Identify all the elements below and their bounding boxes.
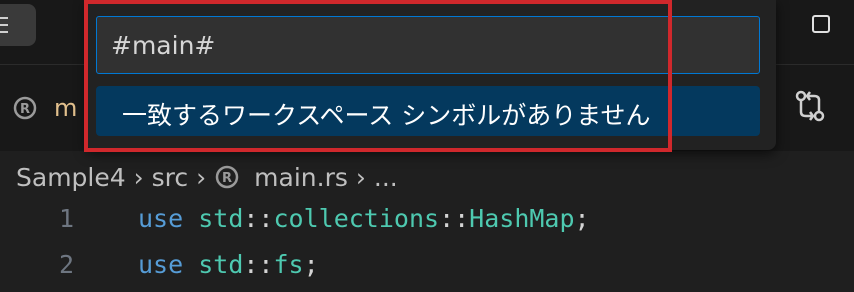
- chevron-right-icon: ›: [133, 162, 144, 192]
- breadcrumb-item-folder[interactable]: Sample4: [16, 163, 126, 192]
- breadcrumb-item-file[interactable]: main.rs: [254, 163, 348, 192]
- svg-text:R: R: [222, 171, 232, 186]
- compare-changes-icon[interactable]: [792, 88, 828, 124]
- line-number: 2: [58, 250, 74, 279]
- rust-file-icon: R: [215, 165, 239, 189]
- code-line[interactable]: 1 use std::collections::HashMap;: [0, 204, 854, 244]
- annotation-highlight-box: [84, 0, 672, 152]
- chevron-right-icon: ›: [196, 162, 207, 192]
- tab-main-rs[interactable]: m: [54, 94, 77, 122]
- breadcrumb-item-src[interactable]: src: [152, 163, 189, 192]
- code-text: use std::collections::HashMap;: [138, 204, 590, 233]
- line-number: 1: [58, 204, 74, 233]
- code-text: use std::fs;: [138, 250, 319, 279]
- chevron-right-icon: ›: [355, 162, 366, 192]
- code-line[interactable]: 2 use std::fs;: [0, 250, 854, 290]
- menu-icon[interactable]: [0, 4, 36, 46]
- breadcrumb-item-symbols[interactable]: ...: [374, 163, 398, 192]
- rust-file-icon: R: [13, 96, 37, 120]
- maximize-icon[interactable]: [812, 15, 830, 33]
- breadcrumb: Sample4 › src › R main.rs › ...: [16, 160, 398, 194]
- svg-text:R: R: [20, 102, 30, 117]
